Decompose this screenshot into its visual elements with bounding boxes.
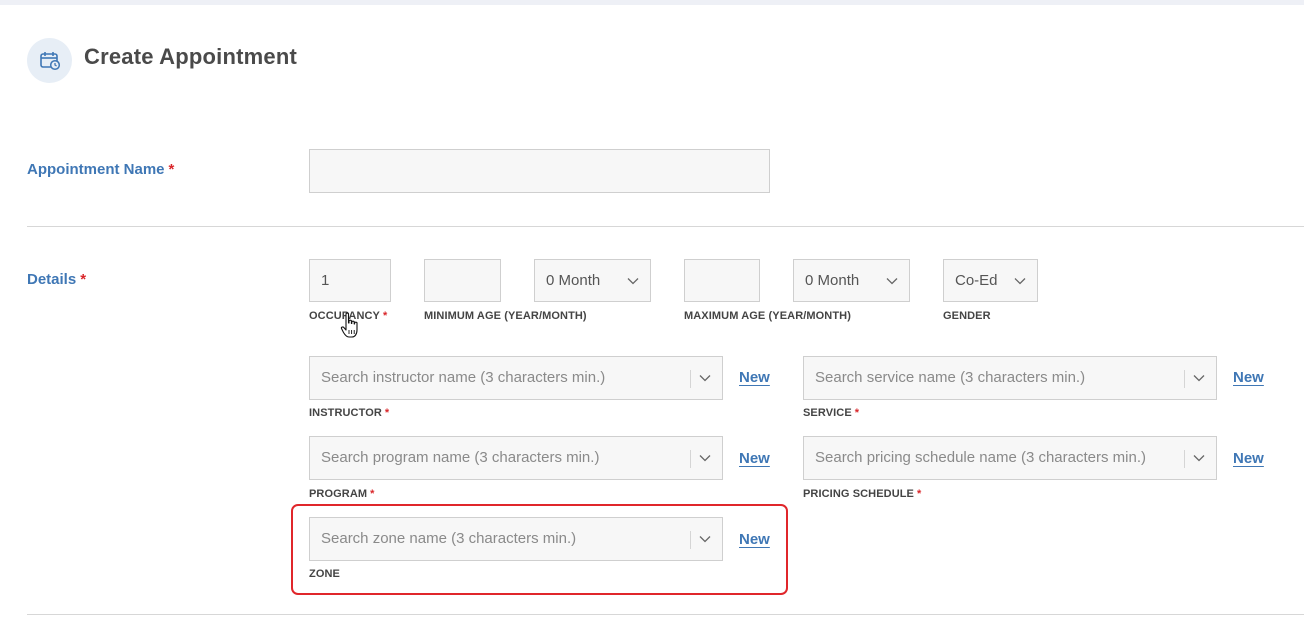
chevron-down-icon <box>886 277 898 284</box>
maximum-age-month-select[interactable]: 0 Month <box>793 259 910 302</box>
gender-select[interactable]: Co-Ed <box>943 259 1038 302</box>
select-separator <box>1184 450 1185 468</box>
minimum-age-month-select[interactable]: 0 Month <box>534 259 651 302</box>
hand-cursor-icon <box>340 312 358 338</box>
occupancy-input[interactable]: 1 <box>309 259 391 302</box>
program-placeholder: Search program name (3 characters min.) <box>321 449 600 466</box>
pricing-schedule-placeholder: Search pricing schedule name (3 characte… <box>815 449 1146 466</box>
appointment-name-label: Appointment Name * <box>27 161 175 178</box>
page-title: Create Appointment <box>84 44 298 69</box>
details-label: Details * <box>27 271 87 288</box>
select-separator <box>1184 370 1185 388</box>
new-pricing-schedule-link[interactable]: New <box>1233 450 1264 467</box>
section-divider <box>27 226 1304 227</box>
new-instructor-link[interactable]: New <box>739 369 770 386</box>
instructor-placeholder: Search instructor name (3 characters min… <box>321 369 606 386</box>
minimum-age-month-value: 0 Month <box>546 272 601 289</box>
chevron-down-icon <box>699 375 711 382</box>
chevron-down-icon <box>627 277 639 284</box>
service-select[interactable]: Search service name (3 characters min.) <box>803 356 1217 400</box>
zone-highlight-box <box>291 504 788 595</box>
program-select[interactable]: Search program name (3 characters min.) <box>309 436 723 480</box>
section-divider <box>27 614 1304 615</box>
minimum-age-label: MINIMUM AGE (YEAR/MONTH) <box>424 310 587 322</box>
minimum-age-year-input[interactable] <box>424 259 501 302</box>
maximum-age-month-value: 0 Month <box>805 272 860 289</box>
top-bar <box>0 0 1304 5</box>
maximum-age-label: MAXIMUM AGE (YEAR/MONTH) <box>684 310 851 322</box>
chevron-down-icon <box>1193 455 1205 462</box>
chevron-down-icon <box>1193 375 1205 382</box>
calendar-clock-icon <box>27 38 72 83</box>
appointment-name-input[interactable] <box>309 149 770 193</box>
gender-label: GENDER <box>943 310 991 322</box>
pricing-schedule-select[interactable]: Search pricing schedule name (3 characte… <box>803 436 1217 480</box>
gender-value: Co-Ed <box>955 272 998 289</box>
maximum-age-year-input[interactable] <box>684 259 760 302</box>
new-service-link[interactable]: New <box>1233 369 1264 386</box>
select-separator <box>690 450 691 468</box>
pricing-schedule-label: PRICING SCHEDULE * <box>803 488 922 500</box>
program-label: PROGRAM * <box>309 488 375 500</box>
chevron-down-icon <box>1014 277 1026 284</box>
service-label: SERVICE * <box>803 407 860 419</box>
chevron-down-icon <box>699 455 711 462</box>
select-separator <box>690 370 691 388</box>
new-program-link[interactable]: New <box>739 450 770 467</box>
service-placeholder: Search service name (3 characters min.) <box>815 369 1086 386</box>
instructor-label: INSTRUCTOR * <box>309 407 390 419</box>
instructor-select[interactable]: Search instructor name (3 characters min… <box>309 356 723 400</box>
